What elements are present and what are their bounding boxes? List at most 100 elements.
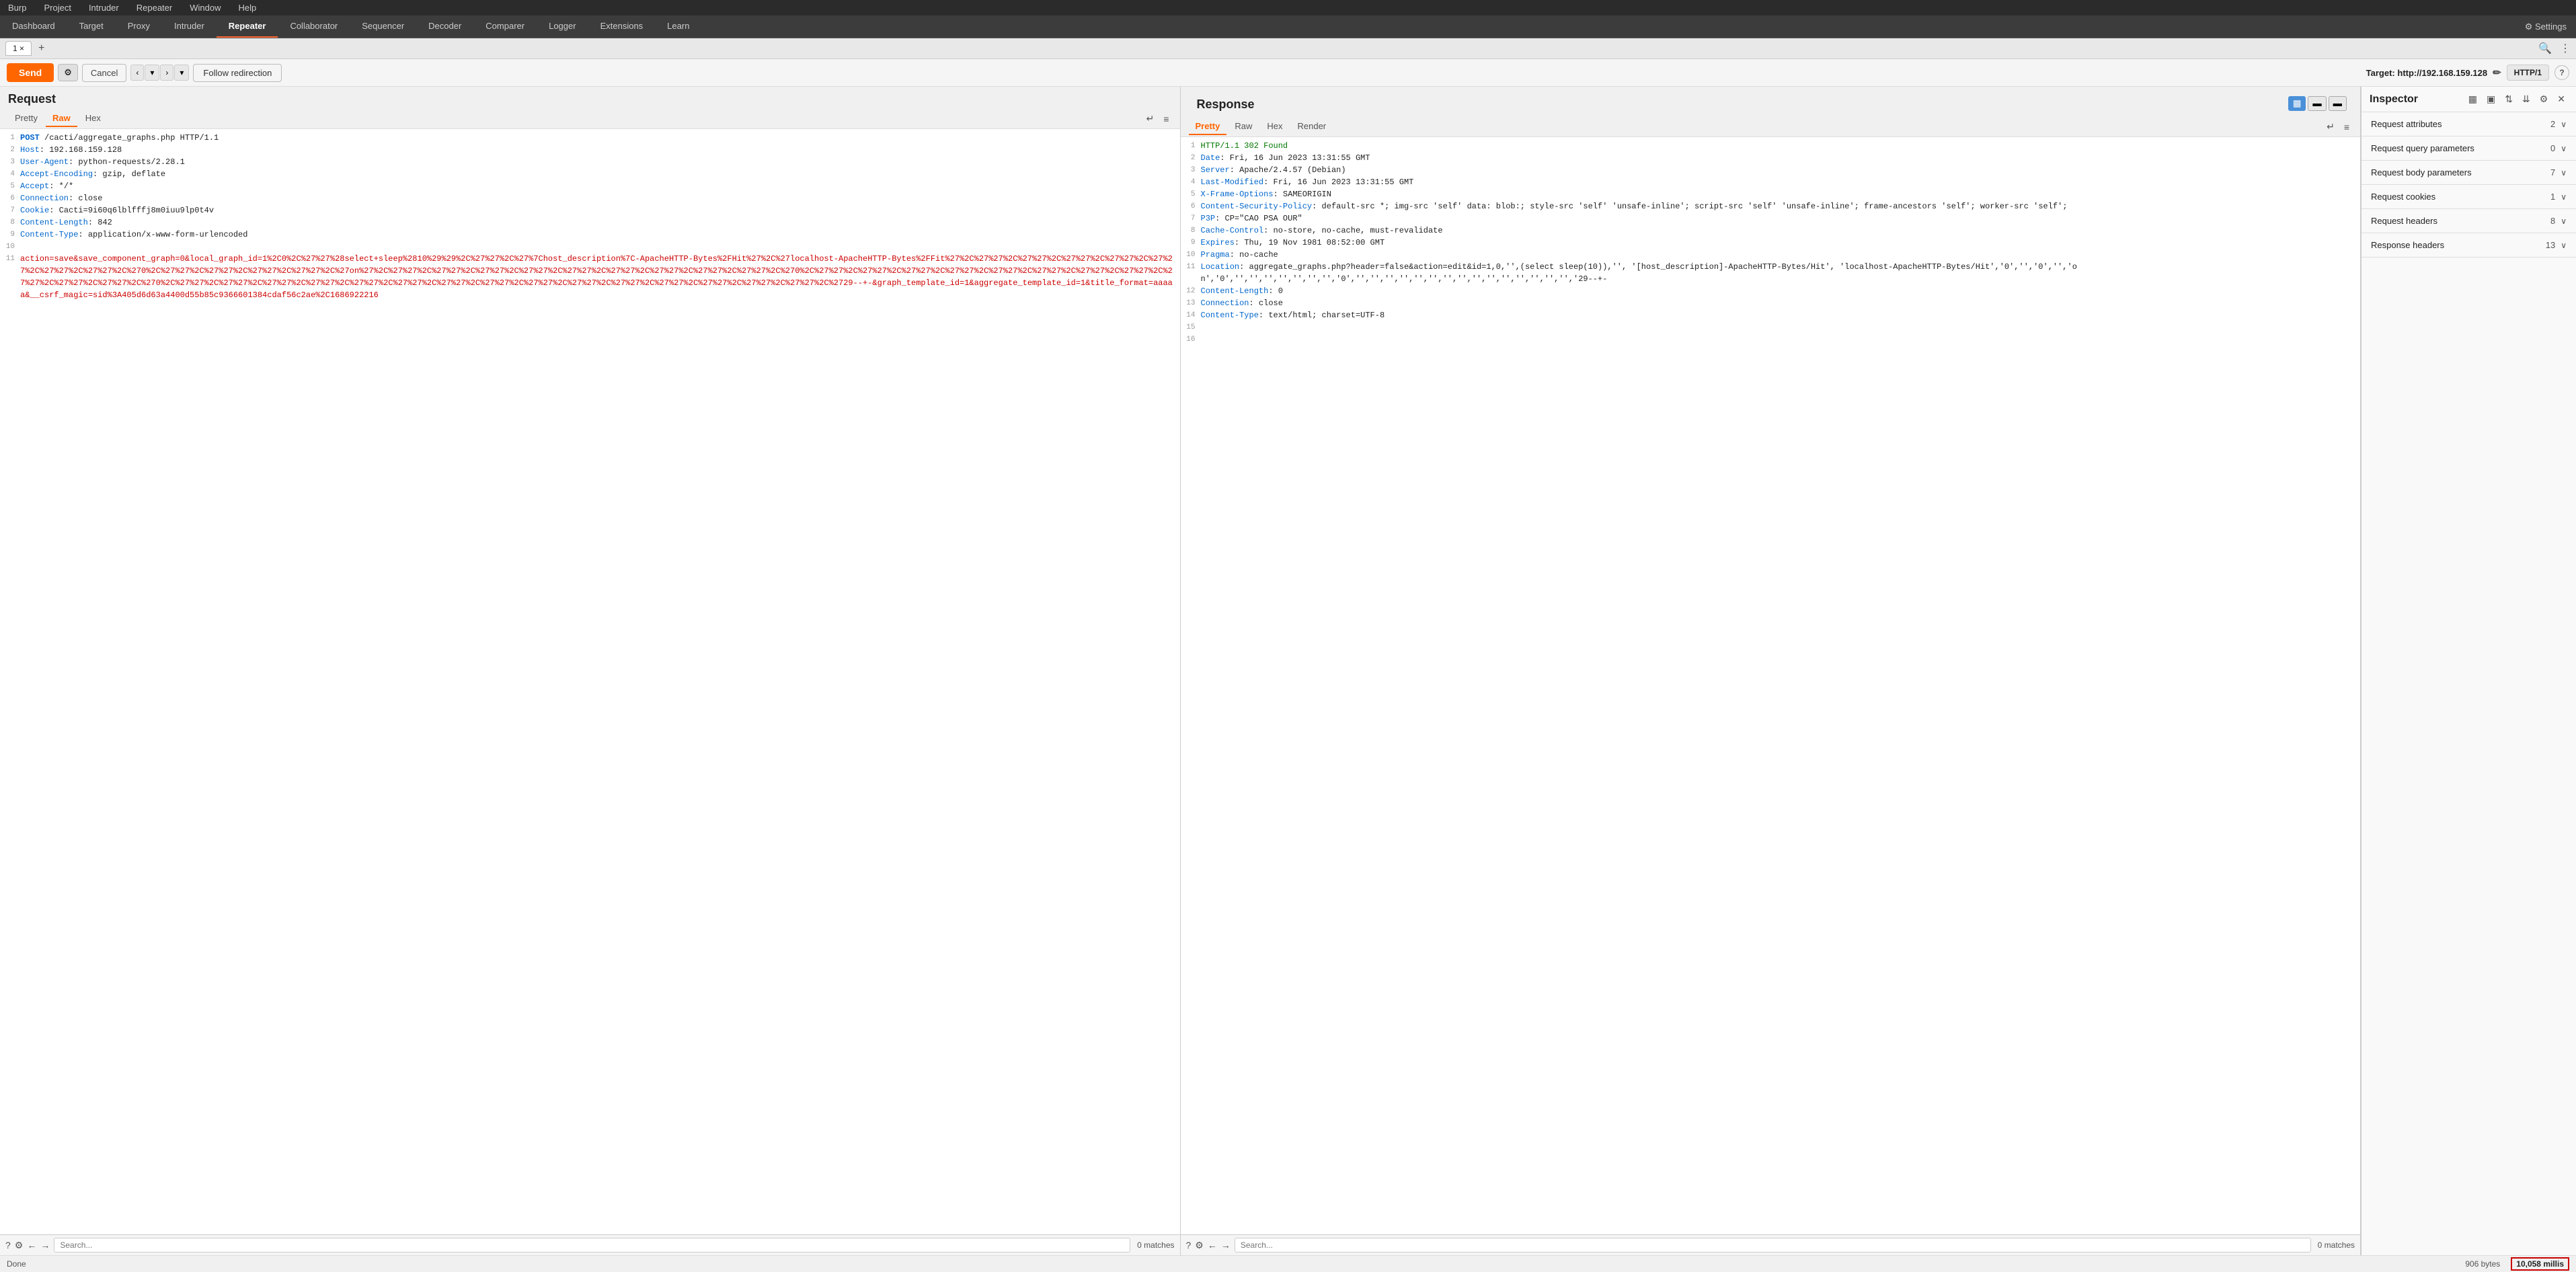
tab-logger[interactable]: Logger <box>537 15 588 38</box>
tab-decoder[interactable]: Decoder <box>416 15 473 38</box>
menu-help[interactable]: Help <box>235 1 259 14</box>
request-tab-hex[interactable]: Hex <box>79 110 108 127</box>
request-help-icon[interactable]: ? <box>5 1240 11 1250</box>
inspector-layout1-icon[interactable]: ▦ <box>2466 92 2480 106</box>
code-line: 6Content-Security-Policy: default-src *;… <box>1181 200 2361 212</box>
code-part-header-name: Content-Length <box>20 218 88 227</box>
menu-project[interactable]: Project <box>41 1 73 14</box>
send-settings-icon[interactable]: ⚙ <box>58 64 78 81</box>
inspector-sort-icon[interactable]: ⇅ <box>2502 92 2515 106</box>
inspector-section-label: Request headers <box>2371 216 2550 226</box>
code-part-normal: : Thu, 19 Nov 1981 08:52:00 GMT <box>1235 238 1384 247</box>
response-tab-pretty[interactable]: Pretty <box>1189 118 1227 135</box>
response-menu-icon[interactable]: ≡ <box>2341 120 2352 134</box>
follow-redirection-button[interactable]: Follow redirection <box>193 64 282 82</box>
response-tab-actions: ↵ ≡ <box>2324 120 2352 134</box>
code-part-header-name: Last-Modified <box>1201 177 1264 187</box>
request-tab-pretty[interactable]: Pretty <box>8 110 44 127</box>
request-code-area[interactable]: 1POST /cacti/aggregate_graphs.php HTTP/1… <box>0 129 1180 1234</box>
tab-extensions[interactable]: Extensions <box>588 15 656 38</box>
repeater-tab-1[interactable]: 1 × <box>5 41 32 56</box>
nav-prev-button[interactable]: ‹ <box>130 65 144 81</box>
http-version-select[interactable]: HTTP/1 <box>2507 65 2549 81</box>
code-line: 2Host: 192.168.159.128 <box>0 144 1180 156</box>
code-part-normal: : Fri, 16 Jun 2023 13:31:55 GMT <box>1220 153 1370 163</box>
menu-window[interactable]: Window <box>187 1 223 14</box>
response-tab-hex[interactable]: Hex <box>1260 118 1289 135</box>
response-search-prev-icon[interactable]: ← <box>1208 1240 1217 1250</box>
inspector-row-1[interactable]: Request query parameters0∨ <box>2362 136 2576 160</box>
response-help-icon[interactable]: ? <box>1186 1240 1192 1250</box>
response-search-input[interactable] <box>1235 1238 2311 1253</box>
code-part-normal: : SAMEORIGIN <box>1274 190 1331 199</box>
send-button[interactable]: Send <box>7 63 54 82</box>
line-number: 13 <box>1181 297 1201 309</box>
inspector-section-5: Response headers13∨ <box>2362 233 2576 257</box>
menu-intruder[interactable]: Intruder <box>86 1 122 14</box>
tab-intruder[interactable]: Intruder <box>162 15 217 38</box>
inspector-close-icon[interactable]: ✕ <box>2554 92 2568 106</box>
tab-target[interactable]: Target <box>67 15 116 38</box>
main-content: Request Pretty Raw Hex ↵ ≡ 1POST /cacti/… <box>0 87 2576 1255</box>
view-bottom-button[interactable]: ▬ <box>2329 96 2347 111</box>
line-content: X-Frame-Options: SAMEORIGIN <box>1201 188 2361 200</box>
inspector-filter-icon[interactable]: ⇊ <box>2520 92 2533 106</box>
view-split-button[interactable]: ▦ <box>2288 96 2306 111</box>
nav-prev-dropdown[interactable]: ▾ <box>145 65 159 81</box>
tab-proxy[interactable]: Proxy <box>116 15 162 38</box>
request-search-next-icon[interactable]: → <box>40 1240 50 1250</box>
toolbar: Send ⚙ Cancel ‹ ▾ › ▾ Follow redirection… <box>0 59 2576 87</box>
code-part-header-name: Date <box>1201 153 1220 163</box>
line-content: Content-Type: application/x-www-form-url… <box>20 229 1180 241</box>
response-search-settings-icon[interactable]: ⚙ <box>1195 1240 1204 1251</box>
inspector-settings-icon[interactable]: ⚙ <box>2537 92 2551 106</box>
code-line: 4Last-Modified: Fri, 16 Jun 2023 13:31:5… <box>1181 176 2361 188</box>
code-line: 12Content-Length: 0 <box>1181 285 2361 297</box>
view-top-button[interactable]: ▬ <box>2308 96 2326 111</box>
request-search-prev-icon[interactable]: ← <box>27 1240 36 1250</box>
inspector-section-count: 13 <box>2546 240 2555 250</box>
inspector-row-0[interactable]: Request attributes2∨ <box>2362 112 2576 136</box>
inspector-layout2-icon[interactable]: ▣ <box>2484 92 2498 106</box>
nav-next-dropdown[interactable]: ▾ <box>174 65 189 81</box>
tab-comparer[interactable]: Comparer <box>473 15 537 38</box>
help-button[interactable]: ? <box>2554 65 2569 80</box>
settings-button[interactable]: ⚙ Settings <box>2515 16 2576 38</box>
menu-burp[interactable]: Burp <box>5 1 29 14</box>
inspector-row-5[interactable]: Response headers13∨ <box>2362 233 2576 257</box>
tab-dashboard[interactable]: Dashboard <box>0 15 67 38</box>
target-edit-icon[interactable]: ✏ <box>2493 67 2501 79</box>
line-content: Accept: */* <box>20 180 1180 192</box>
request-search-settings-icon[interactable]: ⚙ <box>15 1240 24 1251</box>
tab-repeater[interactable]: Repeater <box>217 15 278 38</box>
response-tab-render[interactable]: Render <box>1291 118 1333 135</box>
tab-collaborator[interactable]: Collaborator <box>278 15 350 38</box>
add-tab-button[interactable]: + <box>34 42 48 54</box>
request-menu-icon[interactable]: ≡ <box>1161 112 1171 126</box>
request-search-input[interactable] <box>54 1238 1130 1253</box>
request-tab-raw[interactable]: Raw <box>46 110 77 127</box>
inspector-row-3[interactable]: Request cookies1∨ <box>2362 185 2576 208</box>
response-code-area[interactable]: 1HTTP/1.1 302 Found2Date: Fri, 16 Jun 20… <box>1181 137 2361 1234</box>
line-number: 10 <box>1181 249 1201 261</box>
response-tab-raw[interactable]: Raw <box>1228 118 1259 135</box>
line-number: 8 <box>1181 225 1201 237</box>
tab-menu-icon[interactable]: ⋮ <box>2560 42 2571 55</box>
cancel-button[interactable]: Cancel <box>82 64 126 82</box>
tab-learn[interactable]: Learn <box>655 15 701 38</box>
inspector-row-2[interactable]: Request body parameters7∨ <box>2362 161 2576 184</box>
inspector-section-count: 7 <box>2550 167 2555 177</box>
inspector-row-4[interactable]: Request headers8∨ <box>2362 209 2576 233</box>
tab-search-icon[interactable]: 🔍 <box>2533 42 2557 55</box>
nav-next-button[interactable]: › <box>160 65 173 81</box>
response-wrap-icon[interactable]: ↵ <box>2324 120 2337 134</box>
chevron-down-icon: ∨ <box>2561 192 2567 202</box>
menu-repeater[interactable]: Repeater <box>134 1 175 14</box>
line-number: 9 <box>0 229 20 241</box>
line-content: Content-Length: 0 <box>1201 285 2361 297</box>
response-search-next-icon[interactable]: → <box>1221 1240 1231 1250</box>
view-buttons: ▦ ▬ ▬ <box>2288 96 2347 111</box>
request-wrap-icon[interactable]: ↵ <box>1144 112 1157 126</box>
code-part-header-name: Accept <box>20 182 49 191</box>
tab-sequencer[interactable]: Sequencer <box>350 15 416 38</box>
